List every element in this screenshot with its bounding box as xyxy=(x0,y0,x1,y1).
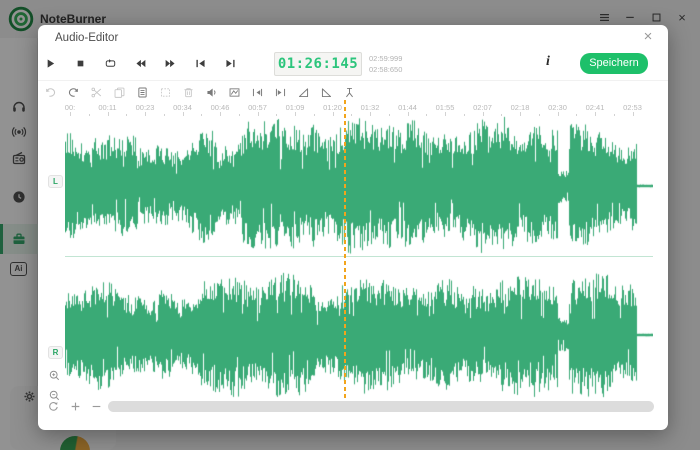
reset-zoom-icon[interactable] xyxy=(47,400,60,413)
edit-toolbar xyxy=(43,83,356,101)
horizontal-scrollbar[interactable] xyxy=(108,401,654,412)
copy-icon[interactable] xyxy=(112,83,126,101)
zoom-in-icon[interactable] xyxy=(48,369,61,382)
ruler-label: 00: xyxy=(65,103,75,112)
ruler-label: 02:53 xyxy=(623,103,642,112)
ruler-label: 00:23 xyxy=(136,103,155,112)
delete-trash-icon[interactable] xyxy=(181,83,195,101)
cut-scissors-icon[interactable] xyxy=(89,83,103,101)
envelope-graph-icon[interactable] xyxy=(227,83,241,101)
toolbar-separator xyxy=(38,80,668,81)
split-channels-icon[interactable] xyxy=(342,83,356,101)
waveform-area[interactable]: L R xyxy=(38,116,668,398)
waveform-right-channel[interactable] xyxy=(65,272,653,398)
total-time: 02:59:999 xyxy=(369,53,402,64)
ruler-label: 01:44 xyxy=(398,103,417,112)
save-button[interactable]: Speichern xyxy=(580,53,648,74)
fade-out-icon[interactable] xyxy=(319,83,333,101)
trim-end-icon[interactable] xyxy=(273,83,287,101)
play-button[interactable] xyxy=(43,52,57,74)
fast-forward-button[interactable] xyxy=(163,52,177,74)
ruler-label: 01:55 xyxy=(436,103,455,112)
ruler-label: 02:41 xyxy=(586,103,605,112)
ruler-label: 01:09 xyxy=(286,103,305,112)
current-time-display: 01:26:145 xyxy=(274,52,362,76)
playhead-cursor[interactable] xyxy=(344,100,346,401)
stop-button[interactable] xyxy=(73,52,87,74)
undo-icon[interactable] xyxy=(43,83,57,101)
left-channel-badge: L xyxy=(48,175,63,188)
ruler-label: 01:20 xyxy=(323,103,342,112)
ruler-label: 02:18 xyxy=(511,103,530,112)
channel-divider-line xyxy=(65,256,653,257)
audio-editor-dialog: Audio-Editor × 01:26:145 02:59:999 02:58… xyxy=(38,25,668,430)
zoom-plus-button[interactable] xyxy=(69,400,82,413)
select-region-icon[interactable] xyxy=(158,83,172,101)
dialog-close-icon[interactable]: × xyxy=(640,28,656,45)
remaining-time: 02:58:650 xyxy=(369,64,402,75)
timeline-ruler[interactable]: 00: 00:11 00:23 00:34 00:46 00:57 01:09 01:20 01… xyxy=(38,103,668,116)
loop-button[interactable] xyxy=(103,52,117,74)
ruler-label: 02:30 xyxy=(548,103,567,112)
fade-in-icon[interactable] xyxy=(296,83,310,101)
rewind-button[interactable] xyxy=(133,52,147,74)
bottom-controls xyxy=(38,397,668,417)
dialog-title: Audio-Editor xyxy=(55,32,118,44)
volume-icon[interactable] xyxy=(204,83,218,101)
trim-start-icon[interactable] xyxy=(250,83,264,101)
redo-icon[interactable] xyxy=(66,83,80,101)
skip-start-button[interactable] xyxy=(193,52,207,74)
ruler-label: 02:07 xyxy=(473,103,492,112)
info-icon[interactable]: i xyxy=(541,54,555,70)
duration-display: 02:59:999 02:58:650 xyxy=(369,53,402,75)
skip-end-button[interactable] xyxy=(223,52,237,74)
right-channel-badge: R xyxy=(48,346,63,359)
zoom-minus-button[interactable] xyxy=(90,400,103,413)
transport-toolbar xyxy=(43,52,237,74)
ruler-label: 00:57 xyxy=(248,103,267,112)
ruler-label: 00:34 xyxy=(173,103,192,112)
waveform-left-channel[interactable] xyxy=(65,116,653,256)
ruler-label: 00:11 xyxy=(98,103,116,112)
paste-icon[interactable] xyxy=(135,83,149,101)
ruler-label: 00:46 xyxy=(211,103,230,112)
ruler-label: 01:32 xyxy=(361,103,380,112)
